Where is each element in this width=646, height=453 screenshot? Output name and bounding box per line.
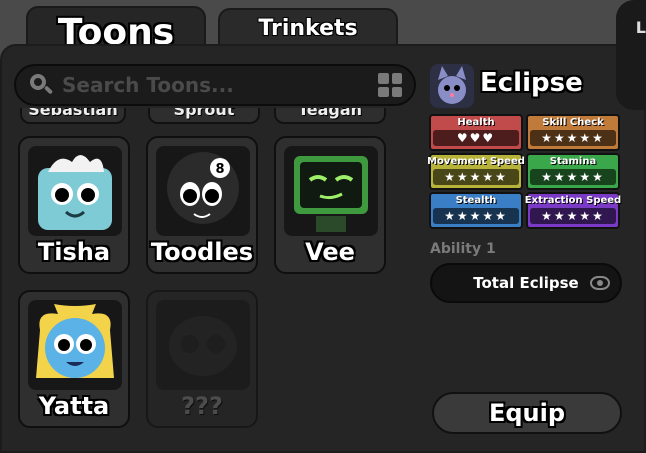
stat-health: Health ♥♥♥	[429, 114, 523, 151]
search-icon	[28, 72, 54, 98]
stat-label: Skill Check	[542, 117, 604, 128]
stat-skill-check: Skill Check ★★★★★	[526, 114, 620, 151]
stat-value: ★★★★★	[433, 169, 519, 185]
toon-name: Sebastian	[28, 108, 118, 119]
yatta-portrait	[28, 300, 122, 390]
eye-icon[interactable]	[590, 276, 610, 290]
stat-value: ★★★★★	[530, 130, 616, 146]
search-bar	[14, 64, 416, 106]
tisha-portrait	[28, 146, 122, 236]
ability-label: Ability 1	[430, 241, 496, 257]
toon-card-tisha[interactable]: Tisha	[18, 136, 130, 274]
toon-name: Tisha	[37, 238, 111, 266]
grid-view-icon[interactable]	[378, 73, 402, 97]
stat-label: Stamina	[549, 156, 597, 167]
toon-card-partial[interactable]: Sebastian	[20, 108, 126, 124]
toon-card-partial[interactable]: Teagan	[274, 108, 386, 124]
stat-movement-speed: Movement Speed ★★★★★	[427, 153, 525, 190]
stat-label: Stealth	[455, 195, 497, 206]
ability-button[interactable]: Total Eclipse	[430, 263, 622, 303]
toon-card-vee[interactable]: Vee	[274, 136, 386, 274]
toon-card-yatta[interactable]: Yatta	[18, 290, 130, 428]
corner-char: L	[635, 18, 646, 37]
stat-value: ★★★★★	[530, 208, 616, 224]
svg-text:8: 8	[215, 162, 224, 177]
toon-card-partial[interactable]: Sprout	[148, 108, 260, 124]
toodles-portrait: 8	[156, 146, 250, 236]
vee-portrait	[284, 146, 378, 236]
toon-card-locked[interactable]: ???	[146, 290, 258, 428]
toon-name: Teagan	[297, 108, 363, 119]
stat-value: ★★★★★	[530, 169, 616, 185]
toon-name: Yatta	[38, 392, 110, 420]
selected-avatar	[430, 64, 474, 108]
stat-label: Health	[457, 117, 495, 128]
corner-knob	[616, 0, 646, 110]
toon-card-toodles[interactable]: 8 Toodles	[146, 136, 258, 274]
toon-name: Sprout	[173, 108, 235, 119]
stat-stealth: Stealth ★★★★★	[429, 192, 523, 229]
stat-value: ★★★★★	[433, 208, 519, 224]
stat-value: ♥♥♥	[433, 130, 519, 146]
toon-name: Toodles	[150, 238, 254, 266]
locked-portrait	[156, 300, 250, 390]
ability-name: Total Eclipse	[473, 274, 579, 292]
selected-toon-name: Eclipse	[480, 68, 583, 98]
stat-label: Movement Speed	[427, 156, 525, 167]
search-input[interactable]	[62, 73, 378, 97]
stat-label: Extraction Speed	[524, 195, 622, 206]
equip-button[interactable]: Equip	[432, 392, 622, 434]
toon-name: ???	[181, 392, 223, 420]
stat-stamina: Stamina ★★★★★	[526, 153, 620, 190]
stat-extraction-speed: Extraction Speed ★★★★★	[524, 192, 622, 229]
toon-name: Vee	[305, 238, 355, 266]
tab-trinkets[interactable]: Trinkets	[218, 8, 398, 46]
